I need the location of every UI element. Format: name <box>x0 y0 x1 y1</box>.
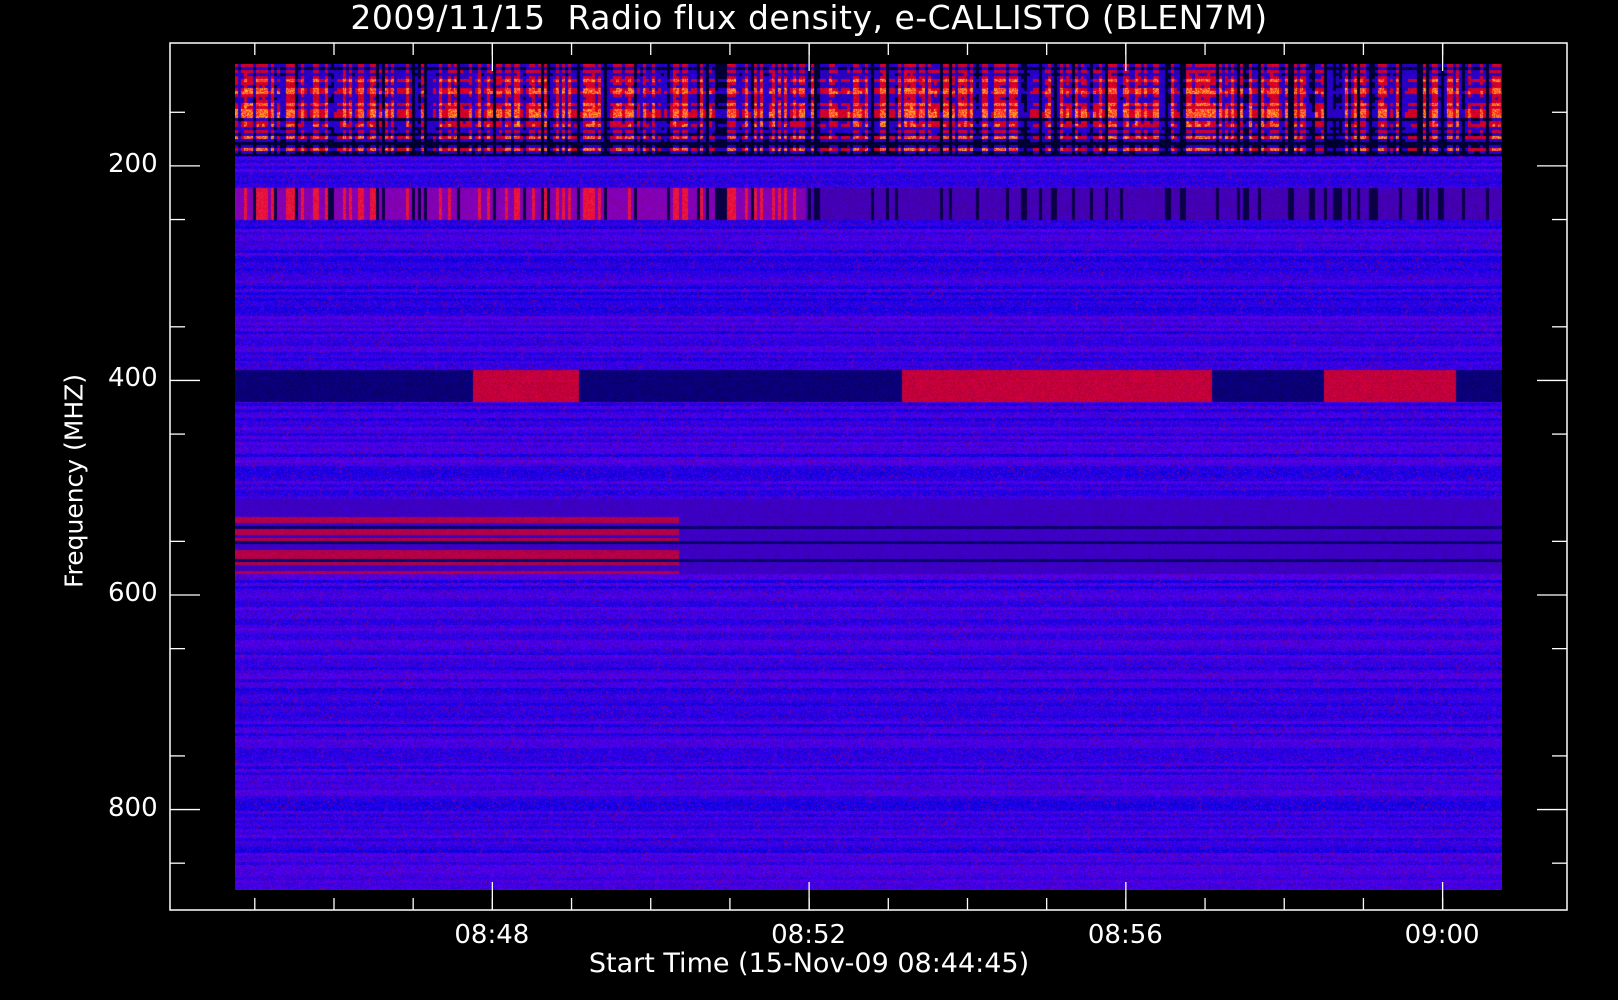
x-tick-label: 08:56 <box>1087 920 1163 950</box>
y-tick-label: 200 <box>108 148 158 179</box>
spectrogram-plot <box>169 42 1568 911</box>
spectrogram-image <box>235 64 1502 890</box>
x-tick-label: 09:00 <box>1404 920 1480 950</box>
x-tick-label: 08:48 <box>454 920 530 950</box>
y-tick-label: 600 <box>108 578 158 608</box>
spectrogram-raster <box>235 64 1502 890</box>
x-tick-label: 08:52 <box>771 920 847 950</box>
y-tick-label: 400 <box>108 363 158 394</box>
x-axis-label: Start Time (15-Nov-09 08:44:45) <box>588 948 1030 979</box>
y-axis-label: Frequency (MHZ) <box>59 373 89 589</box>
y-tick-label: 800 <box>108 792 158 823</box>
